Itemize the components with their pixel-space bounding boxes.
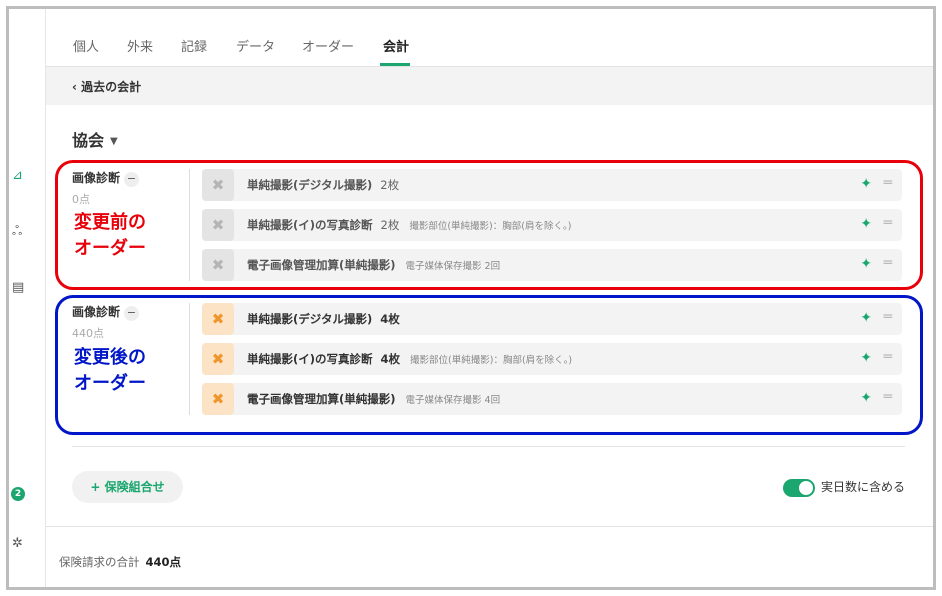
tab-order[interactable]: オーダー xyxy=(302,36,354,55)
toggle-knob xyxy=(798,480,813,495)
chevron-left-icon: ‹ xyxy=(72,80,77,94)
annotation-box-before xyxy=(55,160,923,290)
annotation-after-line1: 変更後の xyxy=(74,347,146,368)
rail-users-icon[interactable]: ஃ xyxy=(12,225,22,239)
left-rail: ⊿ ஃ ▤ 2 ✲ xyxy=(9,9,46,587)
annotation-after-line2: オーダー xyxy=(74,373,146,394)
rail-document-icon[interactable]: ▤ xyxy=(12,281,24,295)
annotation-text-before: 変更前の オーダー xyxy=(74,210,146,262)
tab-data[interactable]: データ xyxy=(236,36,275,55)
annotation-before-line1: 変更前の xyxy=(74,212,146,233)
tab-kojin[interactable]: 個人 xyxy=(73,36,99,55)
rail-nav-icon-1[interactable]: ⊿ xyxy=(12,169,23,183)
back-to-past-bills-link[interactable]: ‹ 過去の会計 xyxy=(72,78,141,95)
annotation-box-after xyxy=(55,295,923,435)
rail-settings-icon[interactable]: ✲ xyxy=(12,537,23,551)
total-label: 保険請求の合計 xyxy=(59,555,140,569)
tab-kiroku[interactable]: 記録 xyxy=(181,36,207,55)
society-label: 協会 xyxy=(72,131,105,150)
annotation-text-after: 変更後の オーダー xyxy=(74,345,146,397)
footer-bar: 保険請求の合計 440点 xyxy=(46,526,933,587)
insurance-total: 保険請求の合計 440点 xyxy=(59,554,181,570)
caret-down-icon: ▼ xyxy=(110,136,118,147)
actual-days-toggle[interactable]: 実日数に含める xyxy=(782,478,905,497)
section-divider xyxy=(72,446,905,447)
back-link-label: 過去の会計 xyxy=(81,80,142,94)
tab-gairai[interactable]: 外来 xyxy=(127,36,153,55)
toggle-label: 実日数に含める xyxy=(820,480,905,494)
tab-bar: 個人 外来 記録 データ オーダー 会計 xyxy=(46,9,933,67)
society-selector[interactable]: 協会 ▼ xyxy=(72,127,118,151)
total-value: 440点 xyxy=(145,555,182,569)
tab-kaikei[interactable]: 会計 xyxy=(383,36,409,55)
annotation-before-line2: オーダー xyxy=(74,238,146,259)
sub-header-bar: ‹ 過去の会計 xyxy=(46,67,933,105)
add-insurance-combination-button[interactable]: + 保険組合せ xyxy=(72,471,183,503)
toggle-switch[interactable] xyxy=(782,478,815,497)
app-frame: ⊿ ஃ ▤ 2 ✲ 個人 外来 記録 データ オーダー 会計 ‹ 過去の会計 協… xyxy=(6,6,936,590)
active-tab-indicator xyxy=(380,63,410,66)
rail-notification-badge[interactable]: 2 xyxy=(11,487,25,501)
